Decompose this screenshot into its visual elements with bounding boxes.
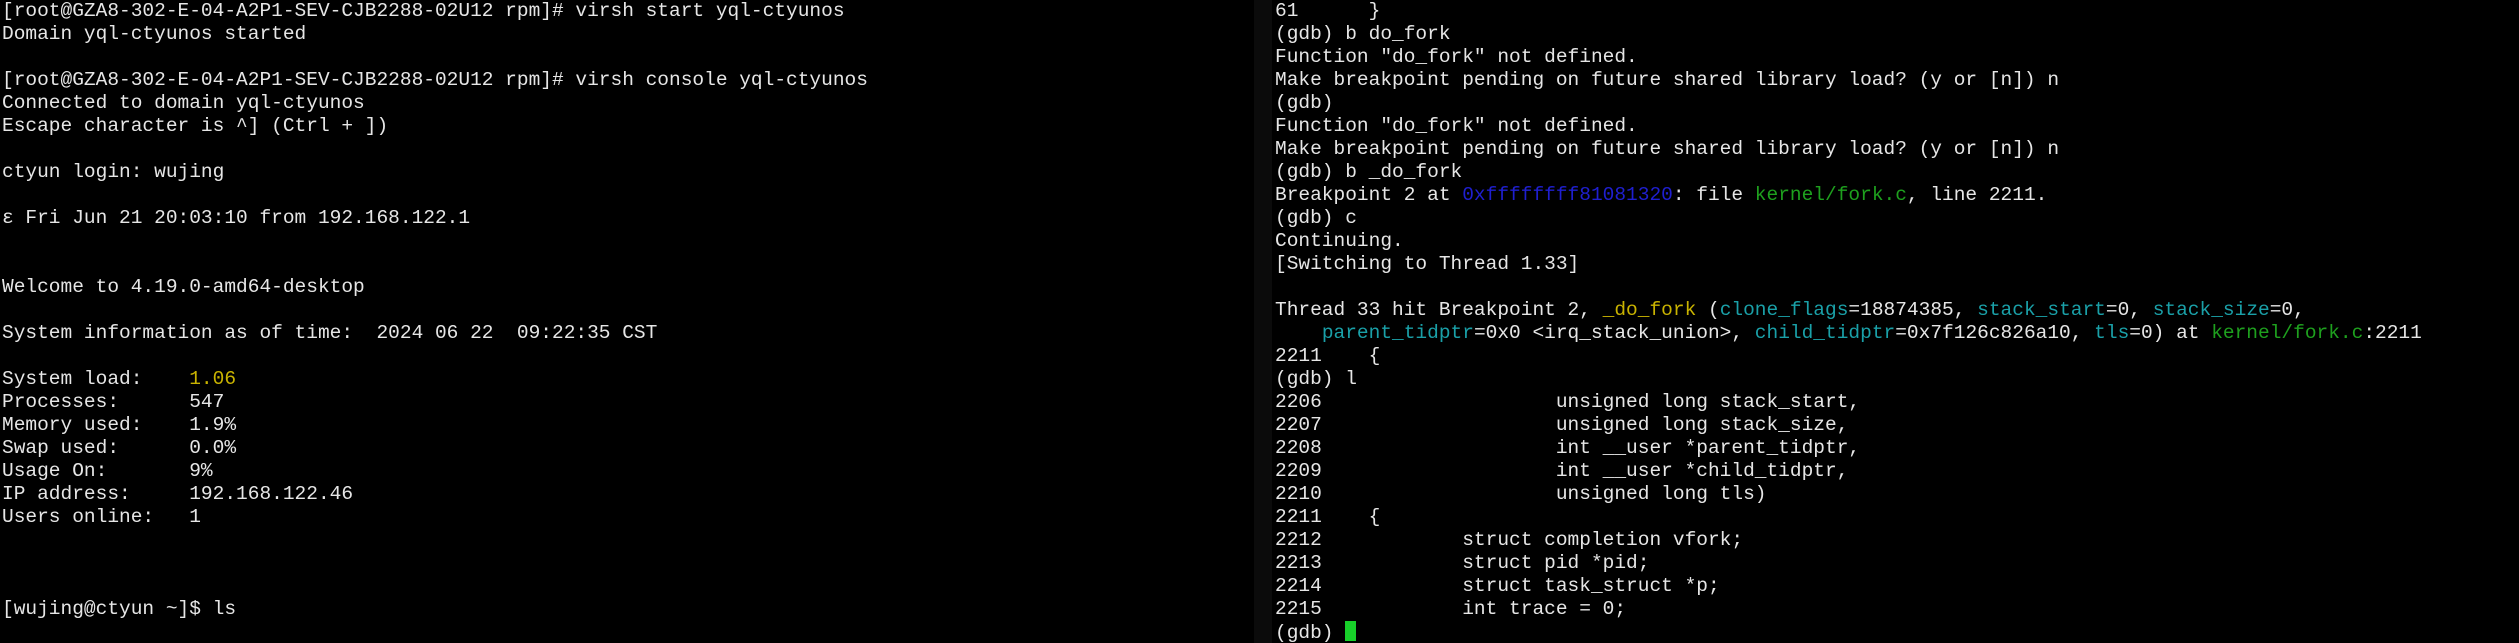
terminal-line: (gdb) c	[1275, 207, 1357, 229]
system-load-line: System load: 1.06	[2, 368, 1254, 391]
breakpoint-line: Breakpoint 2 at 0xffffffff81081320: file…	[1275, 184, 2519, 207]
terminal-line: System information as of time: 2024 06 2…	[2, 322, 658, 344]
bp-address: 0xffffffff81081320	[1462, 184, 1673, 206]
terminal-line: (gdb) b _do_fork	[1275, 161, 1463, 183]
system-load-value: 1.06	[189, 368, 237, 390]
terminal-line: Connected to domain yql-ctyunos	[2, 92, 365, 114]
terminal-line: Function "do_fork" not defined.	[1275, 46, 1638, 68]
source-line: :2211	[2363, 322, 2422, 344]
code-line: 2214 struct task_struct *p;	[1275, 575, 1720, 597]
hit-prefix: Thread 33 hit Breakpoint 2,	[1275, 299, 1603, 321]
hit-open: (	[1696, 299, 1720, 321]
terminal-line: Domain yql-ctyunos started	[2, 23, 307, 45]
bp-mid: : file	[1672, 184, 1755, 206]
arg-name: tls	[2094, 322, 2130, 344]
terminal-line: Memory used: 1.9%	[2, 414, 237, 436]
arg-name: child_tidptr	[1754, 322, 1896, 344]
terminal-line: Swap used: 0.0%	[2, 437, 237, 459]
thread-hit-continuation-line: parent_tidptr=0x0 <irq_stack_union>, chi…	[1275, 322, 2519, 345]
arg-name: parent_tidptr	[1321, 322, 1474, 344]
code-line: (gdb) l	[1275, 368, 1357, 390]
code-line: 2212 struct completion vfork;	[1275, 529, 1744, 551]
shell-prompt-line: [wujing@ctyun ~]$ ls	[2, 598, 237, 620]
terminal-line: Processes: 547	[2, 391, 225, 413]
arg-value: =0x7f126c826a10,	[1895, 322, 2095, 344]
terminal-line: ctyun login: wujing	[2, 161, 225, 183]
arg-value: =0,	[2269, 299, 2305, 321]
hit-function: _do_fork	[1602, 299, 1697, 321]
arg-name: clone_flags	[1719, 299, 1849, 321]
code-line: 2208 int __user *parent_tidptr,	[1275, 437, 1861, 459]
code-line: 2215 int trace = 0;	[1275, 598, 1627, 620]
terminal-line: Make breakpoint pending on future shared…	[1275, 138, 2060, 160]
thread-hit-line: Thread 33 hit Breakpoint 2, _do_fork (cl…	[1275, 299, 2519, 322]
code-line: 2207 unsigned long stack_size,	[1275, 414, 1849, 436]
arg-value: =0x0 <irq_stack_union>,	[1473, 322, 1755, 344]
bp-suffix: , line 2211.	[1906, 184, 2048, 206]
terminal-line: ε Fri Jun 21 20:03:10 from 192.168.122.1	[2, 207, 471, 229]
arg-value: =0) at	[2129, 322, 2212, 344]
terminal-line: Usage On: 9%	[2, 460, 213, 482]
arg-name: stack_start	[1977, 299, 2106, 321]
system-load-label: System load:	[2, 368, 190, 390]
code-line: 2206 unsigned long stack_start,	[1275, 391, 1861, 413]
terminal-line: Continuing.	[1275, 230, 1404, 252]
terminal-line: [Switching to Thread 1.33]	[1275, 253, 1580, 275]
bp-file: kernel/fork.c	[1754, 184, 1907, 206]
terminal-line: Welcome to 4.19.0-amd64-desktop	[2, 276, 365, 298]
source-file: kernel/fork.c	[2211, 322, 2364, 344]
terminal-line: Users online: 1	[2, 506, 201, 528]
terminal-line: 61 }	[1275, 0, 1381, 22]
gdb-prompt: (gdb)	[1275, 622, 1346, 643]
code-line: 2209 int __user *child_tidptr,	[1275, 460, 1849, 482]
arg-name: stack_size	[2152, 299, 2270, 321]
terminal-line: Escape character is ^] (Ctrl + ])	[2, 115, 389, 137]
code-line: 2210 unsigned long tls)	[1275, 483, 1767, 505]
arg-value: =18874385,	[1848, 299, 1978, 321]
terminal-line: IP address: 192.168.122.46	[2, 483, 354, 505]
gdb-prompt-line[interactable]: (gdb)	[1275, 621, 2519, 643]
code-line: 2211 {	[1275, 506, 1381, 528]
code-line: 2211 {	[1275, 345, 1381, 367]
terminal-line: [root@GZA8-302-E-04-A2P1-SEV-CJB2288-02U…	[2, 69, 868, 91]
terminal-line: (gdb) b do_fork	[1275, 23, 1451, 45]
right-terminal-pane[interactable]: 61 } (gdb) b do_fork Function "do_fork" …	[1273, 0, 2519, 643]
terminal-cursor	[1345, 621, 1357, 641]
bp-prefix: Breakpoint 2 at	[1275, 184, 1463, 206]
arg-value: =0,	[2105, 299, 2153, 321]
pane-divider[interactable]	[1254, 0, 1272, 643]
code-line: 2213 struct pid *pid;	[1275, 552, 1650, 574]
terminal-line: (gdb)	[1275, 92, 1334, 114]
terminal-line: Function "do_fork" not defined.	[1275, 115, 1638, 137]
left-terminal-pane[interactable]: [root@GZA8-302-E-04-A2P1-SEV-CJB2288-02U…	[0, 0, 1254, 643]
terminal-line: Make breakpoint pending on future shared…	[1275, 69, 2060, 91]
terminal-line: [root@GZA8-302-E-04-A2P1-SEV-CJB2288-02U…	[2, 0, 845, 22]
